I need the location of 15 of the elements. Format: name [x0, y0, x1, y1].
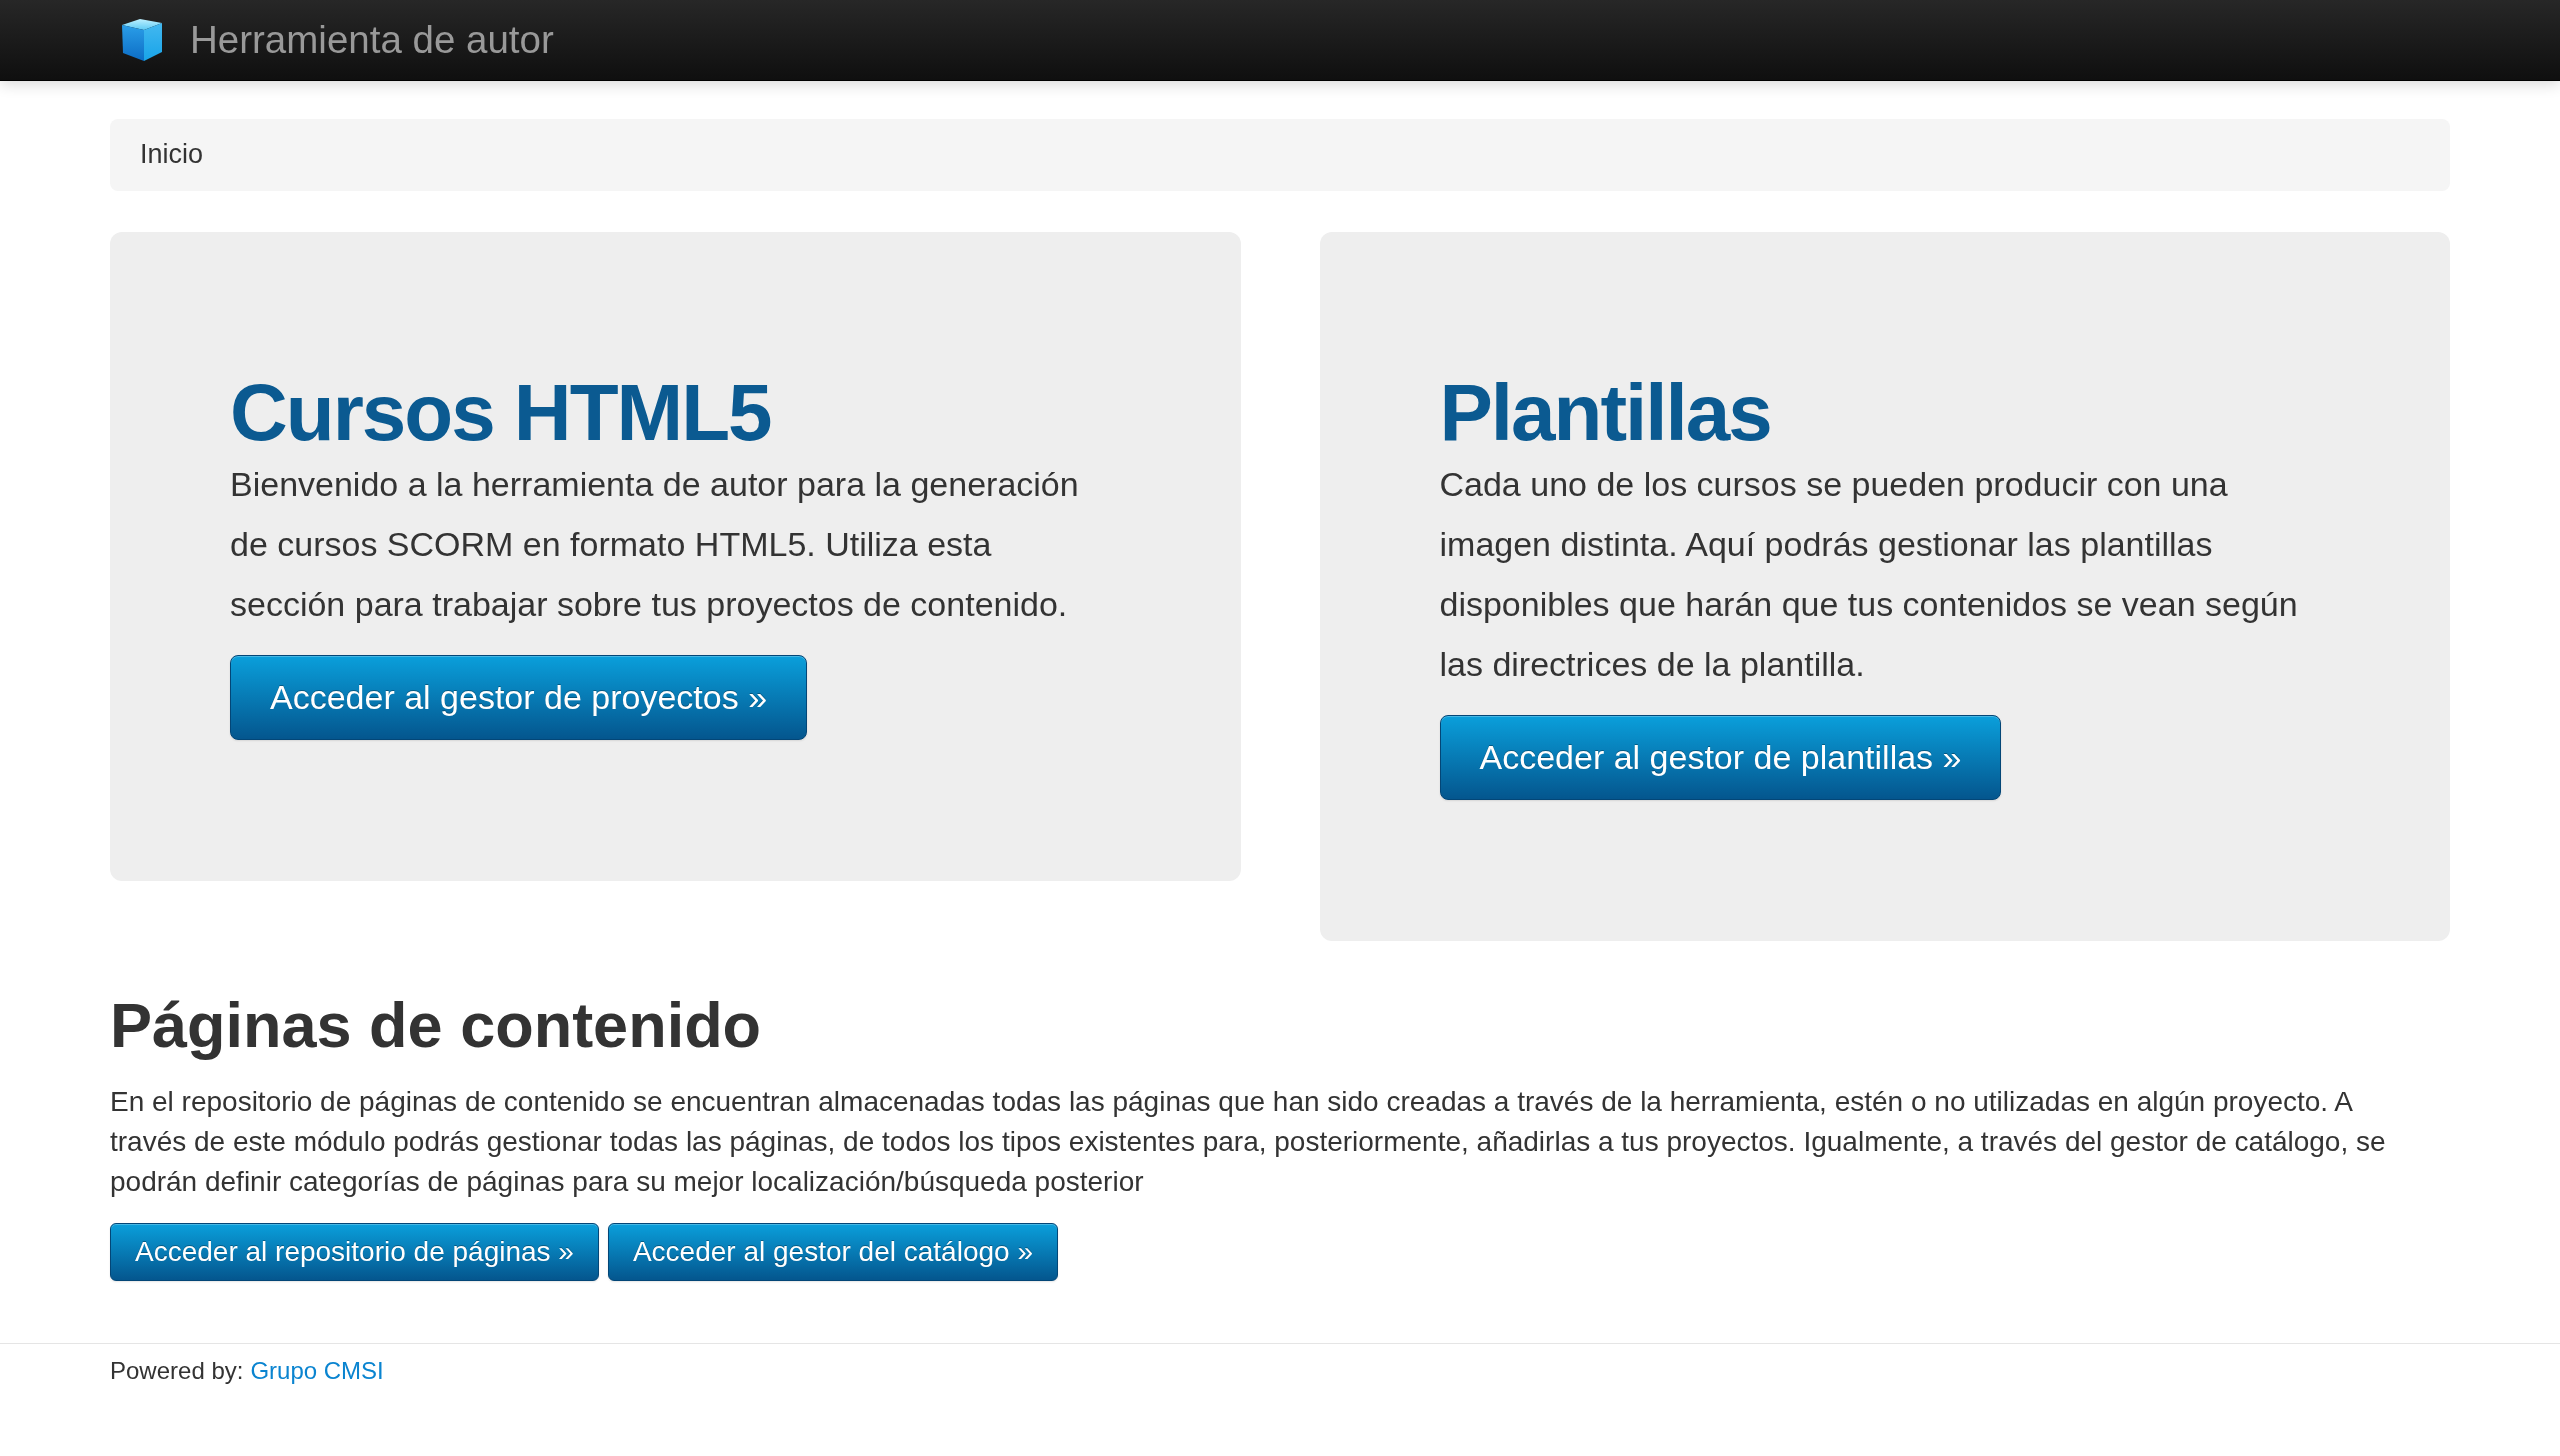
- powered-by-label: Powered by:: [110, 1356, 244, 1386]
- hero-title: Cursos HTML5: [230, 372, 771, 454]
- section-title: Páginas de contenido: [110, 990, 763, 1060]
- section-action-button[interactable]: Acceder al repositorio de páginas »: [110, 1223, 599, 1281]
- hero-title: Plantillas: [1439, 372, 1771, 454]
- footer-link[interactable]: Grupo CMSI: [250, 1353, 384, 1389]
- section-action-button[interactable]: Acceder al gestor del catálogo »: [607, 1223, 1058, 1281]
- hero-action-button[interactable]: Acceder al gestor de plantillas »: [1439, 715, 2002, 800]
- breadcrumb-item: Inicio: [140, 138, 204, 172]
- hero-description: Cada uno de los cursos se pueden producir con una imagen distinta. Aquí podrás gestionar las plantillas disponibles que harán que tus contenidos se vean según las directrices de la plantilla.: [1439, 464, 2299, 685]
- hero-description: Bienvenido a la herramienta de autor para la generación de cursos SCORM en formato HTML5. Utiliza esta sección para trabajar sobre tus proyectos de contenido.: [230, 464, 1080, 625]
- cube-logo-icon: [120, 18, 164, 62]
- app-title: Herramienta de autor: [190, 16, 554, 63]
- hero-action-button[interactable]: Acceder al gestor de proyectos »: [230, 655, 808, 740]
- section-description: En el repositorio de páginas de contenido se encuentran almacenadas todas las páginas que han sido creadas a través de la herramienta, estén o no utilizadas en algún proyecto. A través de este módulo podrás gestionar todas las páginas, de todos los tipos existentes para, posteriormente, añadirlas a tus proyectos. Igualmente, a través del gestor de catálogo, se podrán definir categorías de páginas para su mejor localización/búsqueda posterior: [110, 1085, 2387, 1199]
